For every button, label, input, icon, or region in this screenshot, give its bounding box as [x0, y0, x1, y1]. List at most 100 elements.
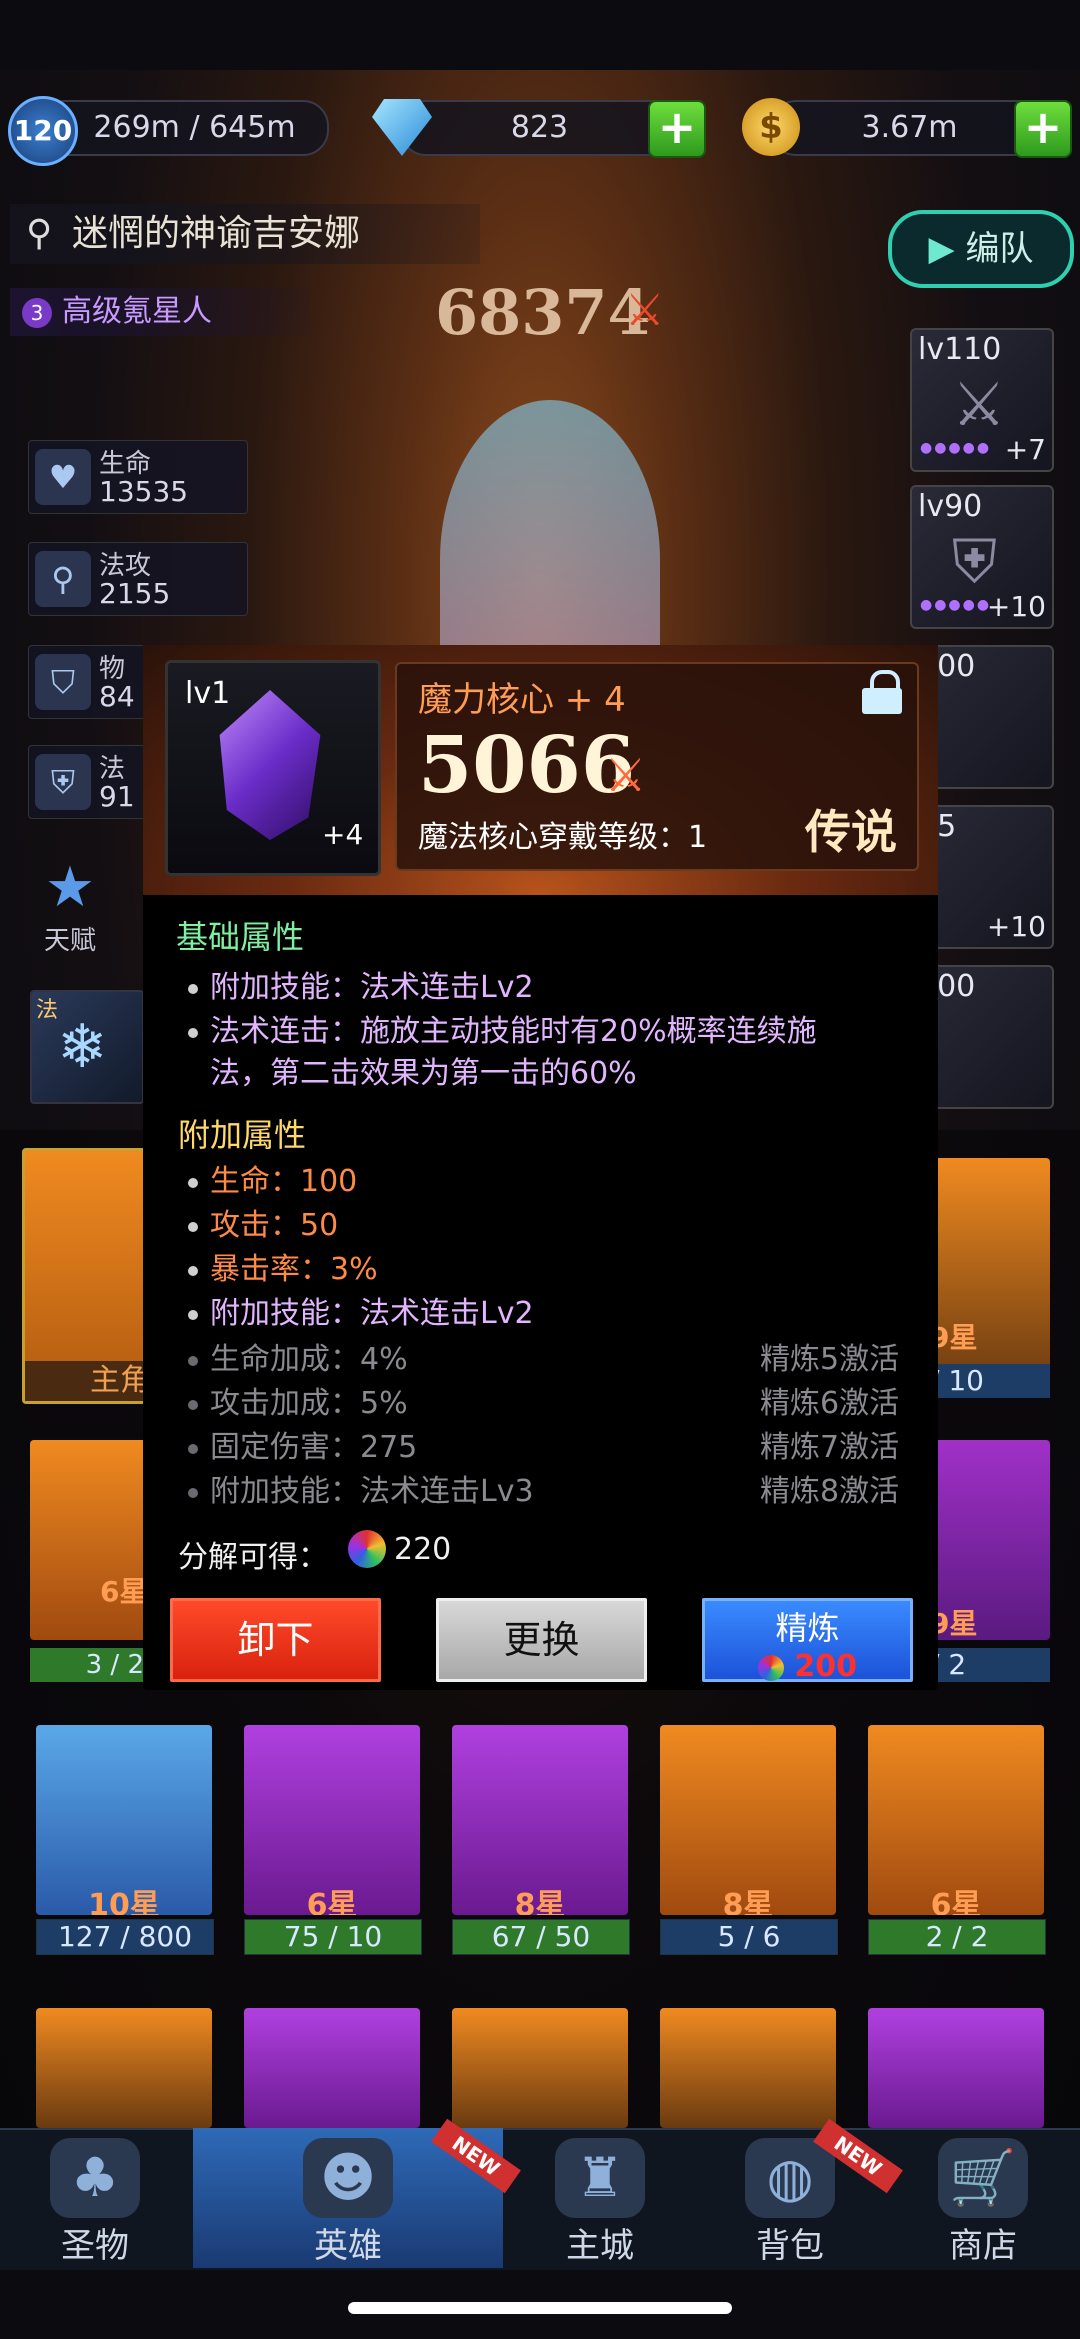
hero-card[interactable] — [244, 2008, 420, 2128]
equip-plus: +10 — [986, 590, 1046, 623]
hero-card-right-top[interactable]: 9星 — [930, 1158, 1050, 1388]
armor-icon: ⛨ — [952, 527, 997, 597]
hero-card-left[interactable]: 6星 — [30, 1440, 150, 1640]
nav-heroes[interactable]: ☻ 英雄 NEW — [193, 2118, 521, 2268]
race-level-icon: 3 — [22, 297, 52, 328]
sword-icon: ⚔ — [952, 370, 1006, 440]
hero-card[interactable]: 6星 — [244, 1725, 420, 1915]
hero-card[interactable] — [660, 2008, 836, 2128]
locked-condition: 精炼6激活 — [760, 1386, 900, 1421]
hero-card[interactable]: 10星 — [36, 1725, 212, 1915]
extra-line: 攻击：50 — [188, 1200, 338, 1244]
extra-line-text: 攻击：50 — [210, 1208, 339, 1243]
extra-attributes-title: 附加属性 — [178, 1116, 307, 1154]
hero-card[interactable] — [452, 2008, 628, 2128]
add-diamond-button[interactable]: + — [648, 100, 706, 158]
extra-locked-line: 生命加成：4% — [188, 1334, 408, 1378]
side-tab-magic[interactable]: 法 ❄ — [30, 990, 144, 1104]
talent-button[interactable]: ★ 天赋 — [30, 855, 110, 957]
nav-label: 背包 — [756, 2226, 824, 2266]
hero-progress-bar: 3 / 2 — [30, 1648, 150, 1682]
nav-bag[interactable]: ◍ 背包 NEW — [695, 2118, 903, 2268]
gold-coin-icon: $ — [742, 98, 800, 156]
item-power: 5066 — [418, 720, 636, 811]
castle-icon: ♜ — [555, 2138, 645, 2218]
swap-button[interactable]: 更换 — [436, 1598, 647, 1682]
equip-plus: +10 — [986, 910, 1046, 943]
base-line-text: 法，第二击效果为第一击的60% — [210, 1056, 637, 1091]
clover-icon: ♣ — [50, 2138, 140, 2218]
stamina-text: 269m / 645m — [93, 110, 296, 145]
nav-castle[interactable]: ♜ 主城 — [505, 2128, 695, 2268]
unequip-button[interactable]: 卸下 — [170, 1598, 381, 1682]
attr-magic-defense: ⛨ 法 91 — [28, 745, 150, 819]
item-plus: +4 — [322, 818, 364, 851]
equip-slot-weapon[interactable]: lv110 ⚔ ●●●●● +7 — [910, 328, 1054, 472]
cart-icon: 🛒 — [938, 2138, 1028, 2218]
nav-label: 商店 — [949, 2226, 1017, 2266]
locked-text: 附加技能：法术连击Lv3 — [210, 1474, 534, 1509]
player-level-badge[interactable]: 120 — [8, 96, 78, 166]
hero-star: 6星 — [930, 1888, 982, 1915]
hero-name: 迷惘的神谕吉安娜 — [72, 213, 361, 254]
item-equip-requirement: 魔法核心穿戴等级：1 — [418, 820, 708, 855]
home-indicator[interactable] — [348, 2302, 732, 2314]
base-line: 法术连击：施放主动技能时有20%概率连续施 — [188, 1006, 817, 1050]
hero-progress-bar: 127 / 800 — [36, 1919, 214, 1955]
crossed-swords-icon: ⚔ — [625, 285, 665, 336]
gold-count: 3.67m — [861, 110, 958, 145]
hero-star: 10星 — [88, 1888, 160, 1915]
equip-plus: +7 — [1004, 433, 1046, 466]
extra-locked-line: 攻击加成：5% — [188, 1378, 408, 1422]
hero-progress-bar: 67 / 50 — [452, 1919, 630, 1955]
locked-condition: 精炼8激活 — [760, 1474, 900, 1509]
hero-card-right-mid[interactable]: 9星 — [930, 1440, 1050, 1640]
hero-star: 6星 — [306, 1888, 358, 1915]
unlock-icon[interactable] — [862, 670, 902, 714]
hero-race: 高级氪星人 — [62, 294, 212, 329]
team-formation-button[interactable]: ▶ 编队 — [888, 210, 1074, 288]
base-line: 法，第二击效果为第一击的60% — [210, 1048, 637, 1092]
add-gold-button[interactable]: + — [1014, 100, 1072, 158]
hero-card[interactable]: 8星 — [452, 1725, 628, 1915]
nav-label: 英雄 — [314, 2226, 382, 2266]
hero-card[interactable] — [36, 2008, 212, 2128]
nav-shop[interactable]: 🛒 商店 — [888, 2128, 1078, 2268]
attr-value: 91 — [99, 780, 135, 813]
hero-race-bar: 3 高级氪星人 — [10, 288, 310, 336]
extra-locked-line: 附加技能：法术连击Lv3 — [188, 1466, 534, 1510]
hero-card[interactable]: 6星 — [868, 1725, 1044, 1915]
hero-card[interactable] — [868, 2008, 1044, 2128]
attr-value: 84 — [99, 680, 135, 713]
hero-star: 8星 — [722, 1888, 774, 1915]
item-grade: 传说 — [805, 805, 897, 859]
attr-value: 13535 — [99, 475, 189, 508]
locked-text: 攻击加成：5% — [210, 1386, 408, 1421]
nav-relics[interactable]: ♣ 圣物 — [0, 2128, 190, 2268]
base-line: 附加技能：法术连击Lv2 — [188, 962, 534, 1006]
heart-icon: ♥ — [35, 449, 91, 505]
side-tab-label: 法 — [36, 998, 59, 1023]
refine-label: 精炼 — [775, 1609, 840, 1647]
gold-bar: 3.67m — [770, 100, 1049, 156]
play-icon: ▶ — [928, 229, 966, 269]
crystal-cluster-icon: ❄ — [57, 1012, 108, 1082]
locked-condition: 精炼5激活 — [760, 1342, 900, 1377]
decompose-value: 220 — [394, 1532, 452, 1567]
refine-button[interactable]: 精炼 200 — [702, 1598, 913, 1684]
equip-level: lv110 — [918, 332, 1002, 367]
locked-text: 生命加成：4% — [210, 1342, 408, 1377]
base-line-text: 法术连击：施放主动技能时有20%概率连续施 — [210, 1014, 817, 1049]
refine-gem-icon — [757, 1654, 784, 1681]
equip-level: lv90 — [918, 489, 983, 524]
gem-dots: ●●●●● — [920, 440, 992, 456]
hero-power: 68374 — [435, 276, 651, 349]
hero-card[interactable]: 8星 — [660, 1725, 836, 1915]
locked-condition: 精炼7激活 — [760, 1430, 900, 1465]
bag-icon: ◍ — [745, 2138, 835, 2218]
nav-label: 主城 — [566, 2226, 634, 2266]
crossed-swords-icon: ⚔ — [605, 748, 647, 802]
equip-slot-armor[interactable]: lv90 ⛨ ●●●●● +10 — [910, 485, 1054, 629]
base-line-text: 附加技能：法术连击Lv2 — [210, 970, 534, 1005]
extra-locked-line: 固定伤害：275 — [188, 1422, 417, 1466]
